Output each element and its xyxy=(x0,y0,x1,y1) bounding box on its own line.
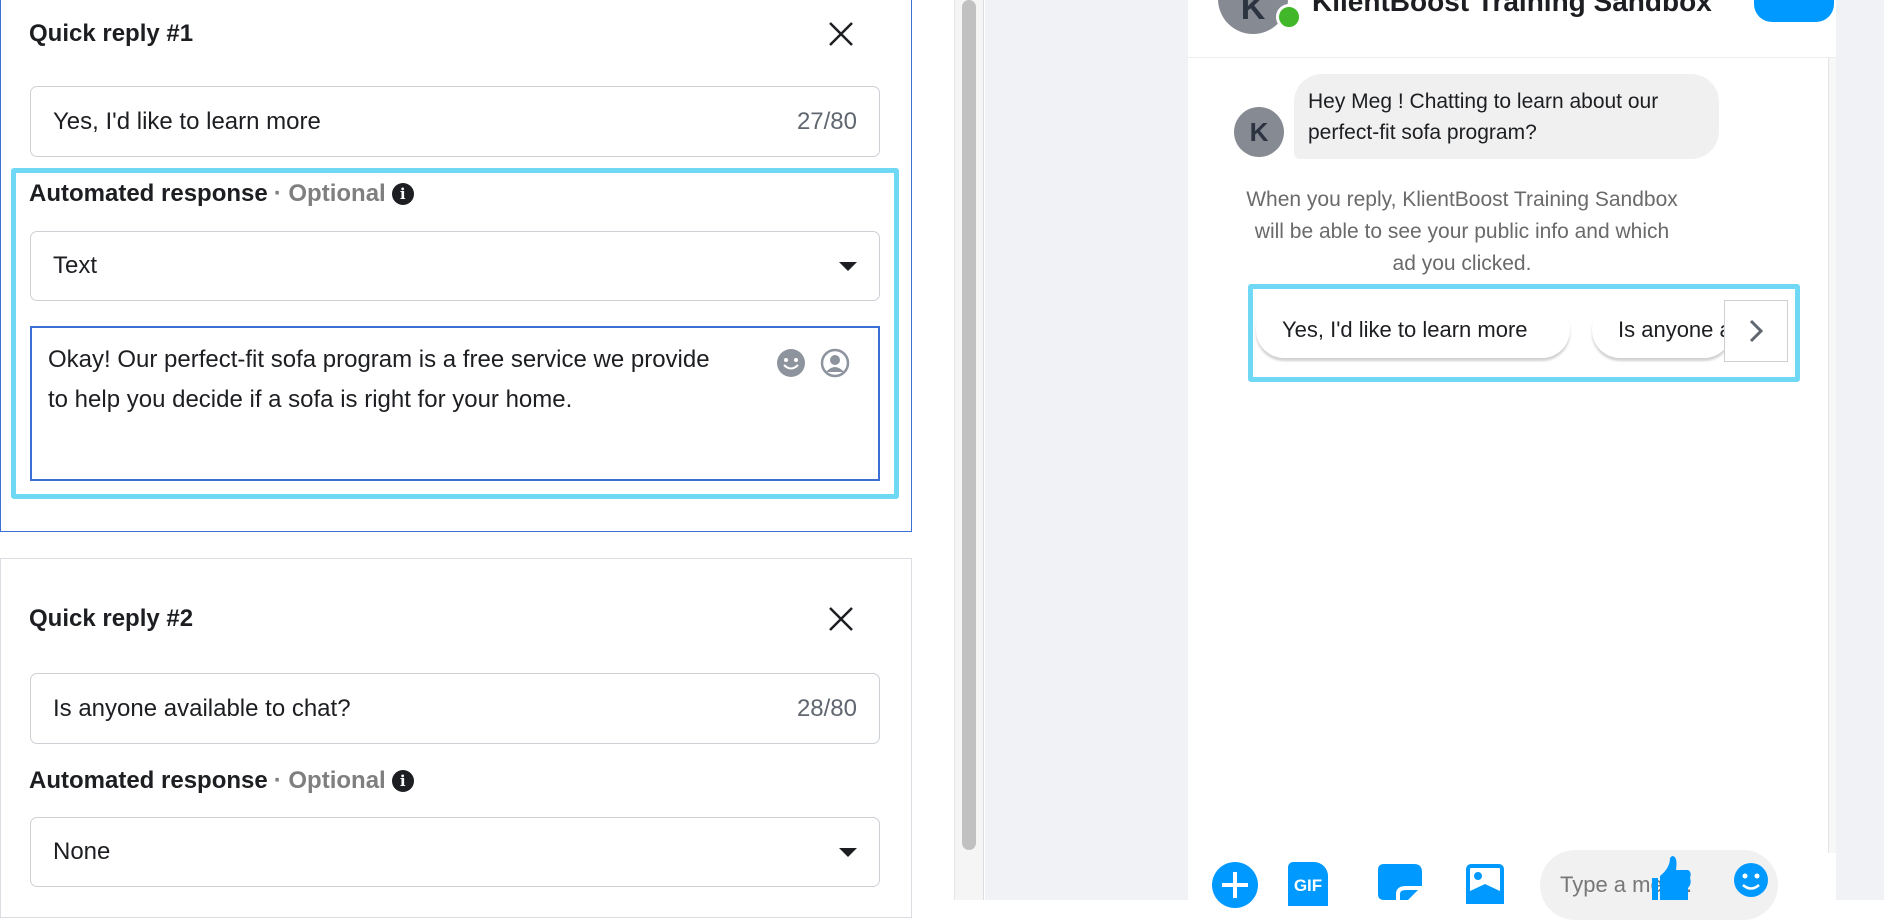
messenger-preview: K KlientBoost Training Sandbox K Hey Meg… xyxy=(1188,0,1836,920)
privacy-notice: When you reply, KlientBoost Training San… xyxy=(1246,188,1678,275)
personalize-icon[interactable] xyxy=(820,348,850,378)
quick-reply-button-1[interactable]: Yes, I'd like to learn more xyxy=(1256,302,1570,358)
scroll-right-button[interactable] xyxy=(1724,300,1788,362)
info-icon[interactable]: i xyxy=(391,183,414,205)
char-count: 28/80 xyxy=(796,694,857,722)
quick-reply-text-input[interactable]: Is anyone available to chat? 28/80 xyxy=(30,673,880,744)
close-icon[interactable] xyxy=(827,20,855,48)
emoji-icon[interactable] xyxy=(776,348,806,378)
select-value: Text xyxy=(53,252,98,279)
automated-response-label: Automated response · Optional i xyxy=(29,180,414,208)
chat-header: K KlientBoost Training Sandbox xyxy=(1188,0,1836,58)
textarea-value: Okay! Our perfect-fit sofa program is a … xyxy=(48,346,710,413)
quick-reply-text-input[interactable]: Yes, I'd like to learn more 27/80 xyxy=(30,86,880,157)
online-indicator xyxy=(1276,4,1302,30)
gif-icon[interactable]: GIF xyxy=(1288,862,1328,906)
sticker-icon[interactable] xyxy=(1378,864,1422,904)
optional-text: · Optional xyxy=(273,180,386,207)
quick-reply-button-2[interactable]: Is anyone a xyxy=(1592,302,1732,358)
quick-reply-card-1: Quick reply #1 Yes, I'd like to learn mo… xyxy=(0,0,912,532)
caret-down-icon xyxy=(839,847,857,857)
label-text: Automated response xyxy=(29,767,268,794)
page-name: KlientBoost Training Sandbox xyxy=(1312,0,1712,17)
input-value: Yes, I'd like to learn more xyxy=(53,107,321,135)
chat-scrollbar[interactable] xyxy=(1828,58,1836,853)
message-avatar: K xyxy=(1234,107,1284,157)
char-count: 27/80 xyxy=(796,107,857,135)
scrollbar-track[interactable] xyxy=(954,0,984,900)
caret-down-icon xyxy=(839,261,857,271)
emoji-icon[interactable] xyxy=(1734,860,1768,900)
quick-reply-card-2: Quick reply #2 Is anyone available to ch… xyxy=(0,558,912,918)
input-value: Is anyone available to chat? xyxy=(53,694,351,722)
message-bubble: Hey Meg ! Chatting to learn about our pe… xyxy=(1294,74,1719,159)
chevron-right-icon xyxy=(1749,319,1764,343)
header-action-button[interactable] xyxy=(1754,0,1834,22)
response-textarea[interactable]: Okay! Our perfect-fit sofa program is a … xyxy=(30,326,880,481)
response-type-select[interactable]: Text xyxy=(30,231,880,301)
info-icon[interactable]: i xyxy=(391,770,414,792)
optional-text: · Optional xyxy=(273,767,386,794)
response-type-select[interactable]: None xyxy=(30,817,880,887)
label-text: Automated response xyxy=(29,180,268,207)
scrollbar-thumb[interactable] xyxy=(962,0,976,850)
close-icon[interactable] xyxy=(827,605,855,633)
like-icon[interactable] xyxy=(1652,856,1692,900)
quick-reply-title: Quick reply #1 xyxy=(29,20,194,47)
select-value: None xyxy=(53,838,111,865)
automated-response-label: Automated response · Optional i xyxy=(29,767,414,795)
plus-icon[interactable] xyxy=(1212,862,1258,908)
quick-reply-title: Quick reply #2 xyxy=(29,605,194,632)
image-icon[interactable] xyxy=(1466,864,1504,904)
